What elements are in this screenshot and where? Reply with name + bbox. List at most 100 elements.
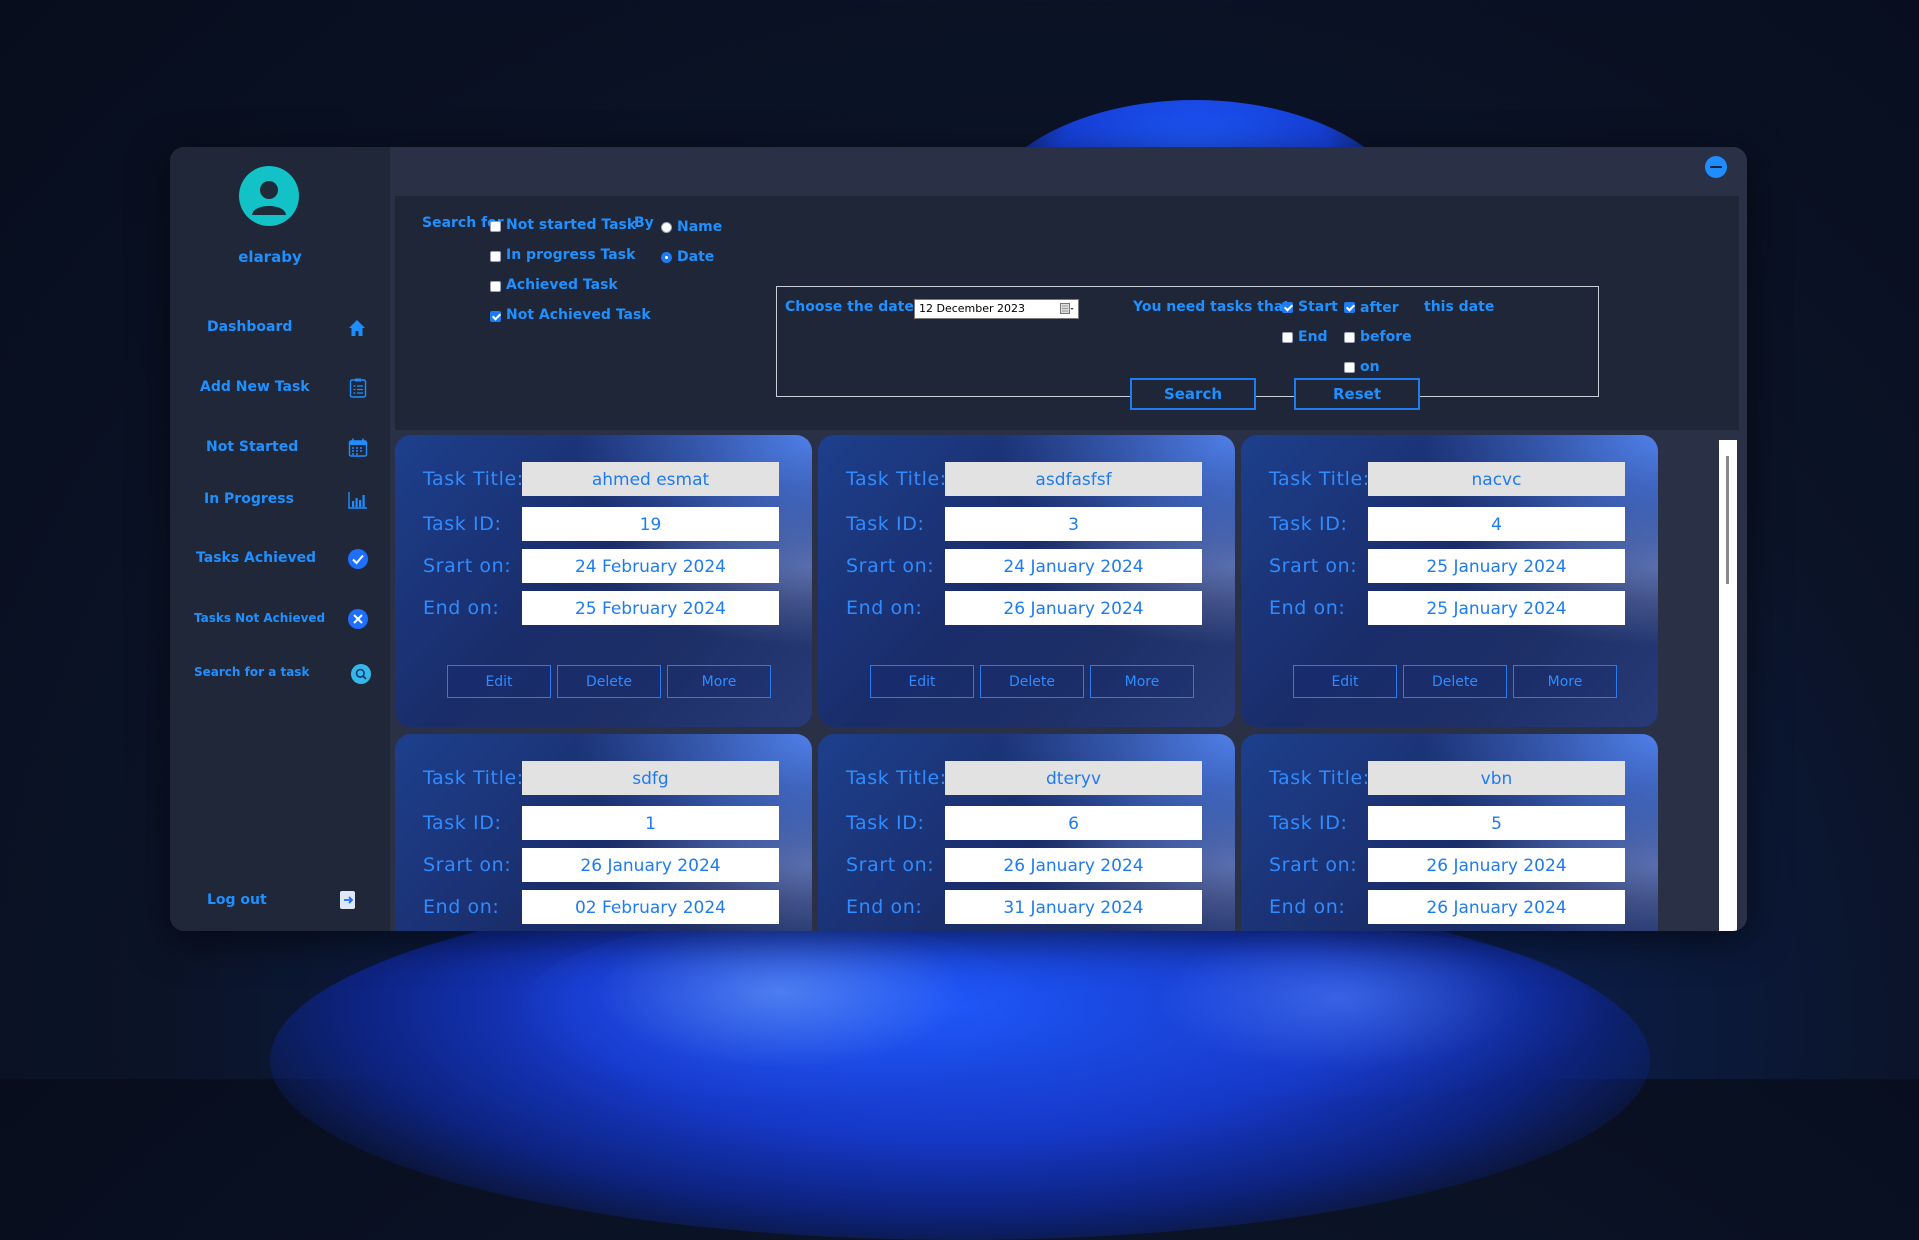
point-option-label: End: [1298, 329, 1328, 345]
scrollbar-thumb[interactable]: [1726, 456, 1729, 584]
task-id-label: Task ID:: [846, 513, 925, 535]
task-id-value: 4: [1368, 507, 1625, 541]
more-button[interactable]: More: [667, 665, 771, 698]
calendar-dropdown-icon[interactable]: [1060, 302, 1074, 316]
sidebar-item-label: Tasks Not Achieved: [194, 611, 326, 625]
delete-button[interactable]: Delete: [980, 665, 1084, 698]
more-button[interactable]: More: [1513, 665, 1617, 698]
task-title-label: Task Title:: [846, 767, 947, 789]
task-start-date-label: Srart on:: [1269, 555, 1358, 577]
sidebar-item-search-for-a-task[interactable]: Search for a task: [170, 658, 390, 688]
task-id-value: 3: [945, 507, 1202, 541]
task-title-value: vbn: [1368, 761, 1625, 795]
task-start-date-value: 24 February 2024: [522, 549, 779, 583]
main-content: Search for Not started Task In progress …: [390, 147, 1747, 931]
sidebar-item-label: In Progress: [204, 491, 294, 507]
status-checkbox-in-progress[interactable]: [490, 251, 501, 262]
minimize-icon[interactable]: [1705, 156, 1727, 178]
task-id-value: 6: [945, 806, 1202, 840]
task-card: Task Title: asdfasfsf Task ID: 3 Srart on: 24…: [818, 435, 1235, 727]
sidebar-item-label: Tasks Achieved: [196, 550, 317, 566]
date-picker[interactable]: 12 December 2023: [914, 299, 1079, 319]
task-end-date-label: End on:: [423, 896, 500, 918]
sidebar-item-tasks-achieved[interactable]: Tasks Achieved: [170, 544, 390, 574]
by-name-radio[interactable]: [661, 222, 672, 233]
relation-option-label: on: [1360, 359, 1380, 375]
task-id-label: Task ID:: [1269, 812, 1348, 834]
date-value: 12 December 2023: [919, 302, 1026, 315]
task-id-label: Task ID:: [846, 812, 925, 834]
logout-icon: [337, 889, 359, 911]
by-option-label: Name: [677, 219, 723, 235]
status-checkbox-achieved[interactable]: [490, 281, 501, 292]
task-card: Task Title: vbn Task ID: 5 Srart on: 26 Janua…: [1241, 734, 1658, 931]
relation-option-label: before: [1360, 329, 1412, 345]
sidebar-item-add-new-task[interactable]: Add New Task: [170, 373, 390, 403]
on-checkbox[interactable]: [1344, 362, 1355, 373]
task-start-date-label: Srart on:: [423, 555, 512, 577]
check-circle-icon: [347, 548, 369, 570]
task-end-date-label: End on:: [423, 597, 500, 619]
sidebar-item-dashboard[interactable]: Dashboard: [170, 313, 390, 343]
task-title-label: Task Title:: [423, 468, 524, 490]
home-icon: [346, 317, 368, 339]
point-option-label: Start: [1298, 299, 1338, 315]
task-id-value: 1: [522, 806, 779, 840]
task-start-date-value: 26 January 2024: [1368, 848, 1625, 882]
reset-button[interactable]: Reset: [1294, 378, 1420, 410]
task-title-value: sdfg: [522, 761, 779, 795]
status-option-label: Not started Task: [506, 217, 637, 233]
sidebar-item-tasks-not-achieved[interactable]: Tasks Not Achieved: [170, 604, 390, 634]
task-start-date-label: Srart on:: [423, 854, 512, 876]
task-id-value: 5: [1368, 806, 1625, 840]
task-id-label: Task ID:: [1269, 513, 1348, 535]
task-end-date-value: 25 January 2024: [1368, 591, 1625, 625]
task-start-date-value: 25 January 2024: [1368, 549, 1625, 583]
vertical-scrollbar[interactable]: [1719, 440, 1737, 931]
sidebar-item-in-progress[interactable]: In Progress: [170, 485, 390, 515]
end-checkbox[interactable]: [1282, 332, 1293, 343]
task-title-value: asdfasfsf: [945, 462, 1202, 496]
task-card: Task Title: nacvc Task ID: 4 Srart on: 25 Jan…: [1241, 435, 1658, 727]
by-date-radio[interactable]: [661, 252, 672, 263]
delete-button[interactable]: Delete: [1403, 665, 1507, 698]
sidebar-item-not-started[interactable]: Not Started: [170, 433, 390, 463]
choose-date-label: Choose the date :: [785, 299, 925, 315]
task-title-label: Task Title:: [1269, 767, 1370, 789]
task-start-date-value: 26 January 2024: [945, 848, 1202, 882]
logout-label: Log out: [207, 892, 267, 908]
edit-button[interactable]: Edit: [1293, 665, 1397, 698]
bar-chart-icon: [347, 489, 369, 511]
search-circle-icon: [350, 663, 372, 685]
task-end-date-value: 26 January 2024: [945, 591, 1202, 625]
wallpaper-highlight-left: [520, 920, 1040, 1100]
delete-button[interactable]: Delete: [557, 665, 661, 698]
status-checkbox-not-achieved[interactable]: [490, 311, 501, 322]
search-button[interactable]: Search: [1130, 378, 1256, 410]
status-checkbox-not-started[interactable]: [490, 221, 501, 232]
status-option-label: Not Achieved Task: [506, 307, 651, 323]
start-checkbox[interactable]: [1282, 302, 1293, 313]
status-option-label: In progress Task: [506, 247, 636, 263]
user-avatar-icon: [239, 166, 299, 226]
edit-button[interactable]: Edit: [870, 665, 974, 698]
task-end-date-label: End on:: [1269, 896, 1346, 918]
sidebar-item-label: Dashboard: [207, 319, 293, 335]
relation-option-label: after: [1360, 300, 1399, 316]
by-option-label: Date: [677, 249, 715, 265]
before-checkbox[interactable]: [1344, 332, 1355, 343]
task-cards-list[interactable]: Task Title: ahmed esmat Task ID: 19 Srart on…: [395, 435, 1739, 931]
task-card: Task Title: dteryv Task ID: 6 Srart on: 26 Ja…: [818, 734, 1235, 931]
clipboard-list-icon: [347, 377, 369, 399]
task-start-date-label: Srart on:: [1269, 854, 1358, 876]
sidebar-item-label: Not Started: [206, 439, 299, 455]
task-title-value: dteryv: [945, 761, 1202, 795]
task-start-date-value: 26 January 2024: [522, 848, 779, 882]
logout-button[interactable]: Log out: [170, 886, 390, 916]
x-circle-icon: [347, 608, 369, 630]
after-checkbox[interactable]: [1344, 302, 1355, 313]
task-end-date-value: 02 February 2024: [522, 890, 779, 924]
more-button[interactable]: More: [1090, 665, 1194, 698]
task-title-value: nacvc: [1368, 462, 1625, 496]
edit-button[interactable]: Edit: [447, 665, 551, 698]
